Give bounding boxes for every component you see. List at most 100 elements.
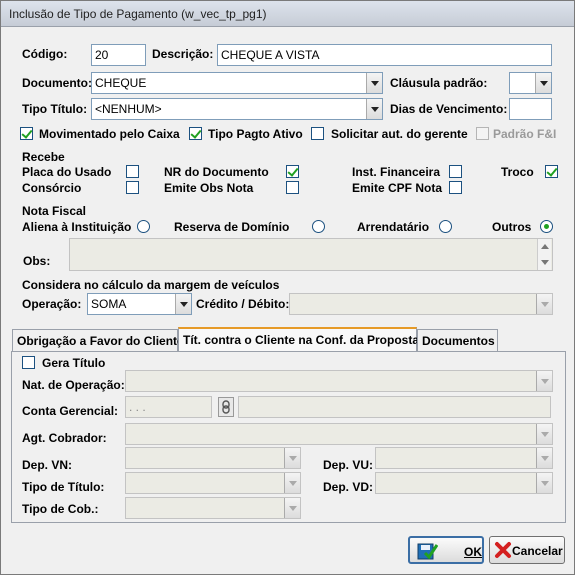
cancel-button[interactable]: Cancelar <box>489 536 565 564</box>
documento-dropdown-icon[interactable] <box>366 73 382 93</box>
inst-financeira-checkbox[interactable] <box>449 165 462 178</box>
tipo-titulo-tab-select[interactable] <box>125 472 301 494</box>
tipo-cob-select[interactable] <box>125 497 301 519</box>
clausula-select[interactable] <box>509 72 552 94</box>
nr-documento-label: NR do Documento <box>164 165 269 179</box>
tipo-titulo-tab-dropdown-icon[interactable] <box>284 473 300 493</box>
tipo-titulo-dropdown-icon[interactable] <box>366 99 382 119</box>
link-icon[interactable] <box>218 397 234 417</box>
consorcio-label: Consórcio <box>22 181 82 195</box>
aliena-label: Aliena à Instituição <box>22 220 132 234</box>
title-bar: Inclusão de Tipo de Pagamento (w_vec_tp_… <box>1 1 574 27</box>
cancel-label: Cancelar <box>512 544 563 558</box>
troco-label: Troco <box>501 165 534 179</box>
dep-vn-select[interactable] <box>125 447 301 469</box>
dep-vn-dropdown-icon[interactable] <box>284 448 300 468</box>
dep-vu-label: Dep. VU: <box>323 458 374 472</box>
tab-documentos[interactable]: Documentos <box>417 329 498 351</box>
tipo-cob-label: Tipo de Cob.: <box>22 502 99 516</box>
dep-vu-dropdown-icon[interactable] <box>536 448 552 468</box>
tipo-titulo-label: Tipo Título: <box>22 102 88 116</box>
padrao-fi-label: Padrão F&I <box>493 127 557 141</box>
nat-operacao-select[interactable] <box>125 370 553 392</box>
obs-label: Obs: <box>23 254 51 268</box>
reserva-dominio-label: Reserva de Domínio <box>174 220 290 234</box>
chain-icon <box>222 400 230 414</box>
operacao-value: SOMA <box>91 297 127 311</box>
movimentado-caixa-checkbox[interactable] <box>20 127 33 140</box>
clausula-label: Cláusula padrão: <box>390 76 488 90</box>
dep-vu-select[interactable] <box>375 447 553 469</box>
documento-label: Documento: <box>22 76 92 90</box>
operacao-select[interactable]: SOMA <box>87 293 192 315</box>
emite-cpf-nota-label: Emite CPF Nota <box>352 181 443 195</box>
codigo-label: Código: <box>22 47 68 61</box>
tab-obrigacao[interactable]: Obrigação a Favor do Cliente <box>12 329 184 351</box>
scroll-down-icon[interactable] <box>541 260 549 265</box>
gera-titulo-label: Gera Título <box>42 356 106 370</box>
ok-label: OK <box>464 545 482 559</box>
operacao-dropdown-icon[interactable] <box>175 294 191 314</box>
nat-operacao-label: Nat. de Operação: <box>22 378 125 392</box>
arrendatario-label: Arrendatário <box>357 220 430 234</box>
conta-gerencial-label: Conta Gerencial: <box>22 404 119 418</box>
tab-titulo-contra-cliente[interactable]: Tít. contra o Cliente na Conf. da Propos… <box>178 327 419 351</box>
scroll-up-icon[interactable] <box>541 244 549 249</box>
tipo-cob-dropdown-icon[interactable] <box>284 498 300 518</box>
outros-label: Outros <box>492 220 532 234</box>
arrendatario-radio[interactable] <box>439 220 452 233</box>
obs-textarea[interactable] <box>69 238 553 271</box>
outros-radio[interactable] <box>540 220 553 233</box>
recebe-heading: Recebe <box>22 150 65 164</box>
dias-venc-input[interactable] <box>509 98 552 120</box>
emite-cpf-nota-checkbox[interactable] <box>449 181 462 194</box>
tipo-pagto-ativo-checkbox[interactable] <box>189 127 202 140</box>
dep-vd-select[interactable] <box>375 472 553 494</box>
consorcio-checkbox[interactable] <box>126 181 139 194</box>
credito-debito-dropdown-icon[interactable] <box>536 294 552 314</box>
clausula-dropdown-icon[interactable] <box>535 73 551 93</box>
emite-obs-nota-label: Emite Obs Nota <box>164 181 254 195</box>
descricao-label: Descrição: <box>152 47 214 61</box>
padrao-fi-checkbox[interactable] <box>476 127 489 140</box>
window-title: Inclusão de Tipo de Pagamento (w_vec_tp_… <box>9 7 267 21</box>
credito-debito-label: Crédito / Débito: <box>196 297 290 311</box>
ok-button[interactable]: OK <box>408 536 484 564</box>
conta-gerencial-input[interactable]: . . . <box>125 396 212 418</box>
cancel-x-icon <box>495 542 511 558</box>
reserva-dominio-radio[interactable] <box>312 220 325 233</box>
nat-operacao-dropdown-icon[interactable] <box>536 371 552 391</box>
solicitar-aut-checkbox[interactable] <box>311 127 324 140</box>
dep-vd-label: Dep. VD: <box>323 480 374 494</box>
operacao-label: Operação: <box>22 297 82 311</box>
inst-financeira-label: Inst. Financeira <box>352 165 441 179</box>
gera-titulo-checkbox[interactable] <box>22 356 35 369</box>
agt-cobrador-label: Agt. Cobrador: <box>22 431 107 445</box>
credito-debito-select[interactable] <box>289 293 553 315</box>
documento-value: CHEQUE <box>95 76 147 90</box>
dialog-window: Inclusão de Tipo de Pagamento (w_vec_tp_… <box>0 0 575 575</box>
movimentado-caixa-label: Movimentado pelo Caixa <box>39 127 180 141</box>
tipo-titulo-value: <NENHUM> <box>95 102 162 116</box>
descricao-input[interactable]: CHEQUE A VISTA <box>217 44 552 66</box>
troco-checkbox[interactable] <box>545 165 558 178</box>
documento-select[interactable]: CHEQUE <box>91 72 383 94</box>
agt-cobrador-dropdown-icon[interactable] <box>536 424 552 444</box>
agt-cobrador-select[interactable] <box>125 423 553 445</box>
tipo-titulo-tab-label: Tipo de Título: <box>22 480 105 494</box>
dias-venc-label: Dias de Vencimento: <box>390 102 508 116</box>
dep-vd-dropdown-icon[interactable] <box>536 473 552 493</box>
margem-heading: Considera no cálculo da margem de veícul… <box>22 278 280 292</box>
codigo-input[interactable]: 20 <box>91 44 146 66</box>
placa-usado-checkbox[interactable] <box>126 165 139 178</box>
aliena-radio[interactable] <box>137 220 150 233</box>
nota-fiscal-heading: Nota Fiscal <box>22 204 87 218</box>
nr-documento-checkbox[interactable] <box>286 165 299 178</box>
conta-gerencial-desc <box>238 396 551 418</box>
emite-obs-nota-checkbox[interactable] <box>286 181 299 194</box>
obs-scrollbar[interactable] <box>537 239 551 270</box>
tipo-titulo-select[interactable]: <NENHUM> <box>91 98 383 120</box>
solicitar-aut-label: Solicitar aut. do gerente <box>331 127 468 141</box>
tipo-pagto-ativo-label: Tipo Pagto Ativo <box>208 127 303 141</box>
save-disk-icon <box>417 543 438 560</box>
